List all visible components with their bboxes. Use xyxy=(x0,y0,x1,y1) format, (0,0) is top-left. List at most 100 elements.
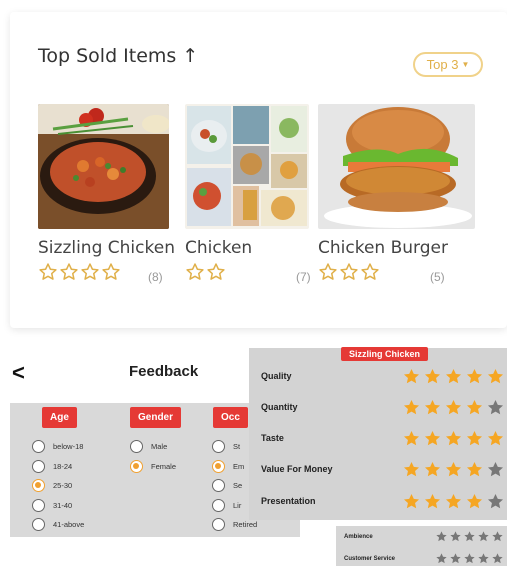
option-label: below-18 xyxy=(53,442,84,452)
star-filled-icon[interactable] xyxy=(444,460,463,479)
rating-stars[interactable] xyxy=(402,398,505,417)
option-label: Male xyxy=(151,442,168,452)
rating-label: Presentation xyxy=(261,496,316,506)
star-filled-icon[interactable] xyxy=(423,367,442,386)
item-name: Chicken Burger xyxy=(318,238,448,258)
option-label: Female xyxy=(151,461,177,471)
item-rating-stars xyxy=(185,262,226,282)
star-empty-icon[interactable] xyxy=(477,552,490,565)
star-empty-icon[interactable] xyxy=(486,492,505,511)
top-sold-title: Top Sold Items ↑ xyxy=(38,45,199,67)
star-filled-icon[interactable] xyxy=(486,429,505,448)
option-label: 25-30 xyxy=(53,481,73,491)
star-filled-icon[interactable] xyxy=(423,492,442,511)
star-empty-icon[interactable] xyxy=(449,530,462,543)
option-label: 18-24 xyxy=(53,461,73,471)
rating-stars[interactable] xyxy=(402,367,505,386)
radio-button[interactable] xyxy=(32,459,45,473)
radio-button[interactable] xyxy=(32,518,45,532)
star-empty-icon[interactable] xyxy=(463,530,476,543)
star-filled-icon[interactable] xyxy=(423,398,442,417)
star-filled-icon[interactable] xyxy=(402,460,421,479)
star-empty-icon[interactable] xyxy=(477,530,490,543)
rating-stars[interactable] xyxy=(402,492,505,511)
star-empty-icon[interactable] xyxy=(449,552,462,565)
rating-stars[interactable] xyxy=(435,552,504,565)
radio-button[interactable] xyxy=(212,518,225,532)
star-empty-icon[interactable] xyxy=(463,552,476,565)
star-outline-icon xyxy=(39,263,57,280)
star-filled-icon[interactable] xyxy=(465,492,484,511)
star-empty-icon[interactable] xyxy=(486,460,505,479)
option-label: Retired xyxy=(233,520,258,530)
star-empty-icon[interactable] xyxy=(435,552,448,565)
rated-item-tag: Sizzling Chicken xyxy=(341,347,429,361)
item-rating-count: (8) xyxy=(148,270,163,284)
rating-row: Value For Money xyxy=(261,459,505,479)
star-outline-icon xyxy=(340,263,358,280)
age-option[interactable]: 25-30 xyxy=(32,476,84,496)
rating-row: Quality xyxy=(261,366,505,386)
occupation-heading: Occ xyxy=(213,407,248,428)
star-filled-icon[interactable] xyxy=(402,429,421,448)
rating-stars[interactable] xyxy=(435,530,504,543)
age-option[interactable]: below-18 xyxy=(32,437,84,457)
item-ratings-panel: Sizzling Chicken Quality Quantity Taste … xyxy=(249,347,507,520)
item-rating-count: (5) xyxy=(430,270,445,284)
star-filled-icon[interactable] xyxy=(402,367,421,386)
back-chevron-icon[interactable]: < xyxy=(12,360,25,386)
radio-button[interactable] xyxy=(212,440,225,454)
gender-option[interactable]: Male xyxy=(130,437,181,457)
rating-label: Taste xyxy=(261,433,284,443)
star-filled-icon[interactable] xyxy=(402,398,421,417)
age-option[interactable]: 18-24 xyxy=(32,457,84,477)
rating-stars[interactable] xyxy=(402,429,505,448)
top-count-dropdown[interactable]: Top 3 ▼ xyxy=(413,52,483,77)
option-label: 41-above xyxy=(53,520,85,530)
star-filled-icon[interactable] xyxy=(465,367,484,386)
top-count-label: Top 3 xyxy=(426,57,459,72)
top-sold-card: Top Sold Items ↑ Top 3 ▼ Sizzling Chicke… xyxy=(10,12,507,328)
star-filled-icon[interactable] xyxy=(486,367,505,386)
radio-button[interactable] xyxy=(130,440,143,454)
age-option[interactable]: 41-above xyxy=(32,515,84,535)
radio-button-selected[interactable] xyxy=(32,479,45,493)
star-filled-icon[interactable] xyxy=(465,398,484,417)
radio-button[interactable] xyxy=(212,498,225,512)
star-filled-icon[interactable] xyxy=(423,460,442,479)
age-column: Age below-18 18-24 25-30 31-40 41-above xyxy=(32,407,84,535)
star-filled-icon[interactable] xyxy=(402,492,421,511)
option-label: St xyxy=(233,442,241,452)
rating-row: Ambience xyxy=(344,530,504,543)
star-filled-icon[interactable] xyxy=(444,492,463,511)
rating-label: Quantity xyxy=(261,402,298,412)
rating-stars[interactable] xyxy=(402,460,505,479)
radio-button[interactable] xyxy=(212,479,225,493)
star-empty-icon[interactable] xyxy=(435,530,448,543)
star-filled-icon[interactable] xyxy=(444,398,463,417)
service-ratings-panel: Ambience Customer Service xyxy=(336,526,507,566)
radio-button-selected[interactable] xyxy=(212,459,225,473)
star-empty-icon[interactable] xyxy=(491,530,504,543)
radio-button[interactable] xyxy=(32,440,45,454)
star-outline-icon xyxy=(60,263,78,280)
star-outline-icon xyxy=(81,263,99,280)
item-name: Sizzling Chicken xyxy=(38,238,175,258)
radio-button[interactable] xyxy=(32,498,45,512)
sizzling-chicken-image xyxy=(38,104,169,229)
star-empty-icon[interactable] xyxy=(486,398,505,417)
star-filled-icon[interactable] xyxy=(423,429,442,448)
star-empty-icon[interactable] xyxy=(491,552,504,565)
star-filled-icon[interactable] xyxy=(465,429,484,448)
option-label: Lir xyxy=(233,500,242,510)
star-filled-icon[interactable] xyxy=(444,429,463,448)
chevron-down-icon: ▼ xyxy=(461,60,470,69)
rating-label: Ambience xyxy=(344,533,373,540)
star-outline-icon xyxy=(186,263,204,280)
radio-button-selected[interactable] xyxy=(130,459,143,473)
star-filled-icon[interactable] xyxy=(444,367,463,386)
star-filled-icon[interactable] xyxy=(465,460,484,479)
item-rating-stars xyxy=(318,262,380,282)
age-option[interactable]: 31-40 xyxy=(32,496,84,516)
gender-option[interactable]: Female xyxy=(130,457,181,477)
